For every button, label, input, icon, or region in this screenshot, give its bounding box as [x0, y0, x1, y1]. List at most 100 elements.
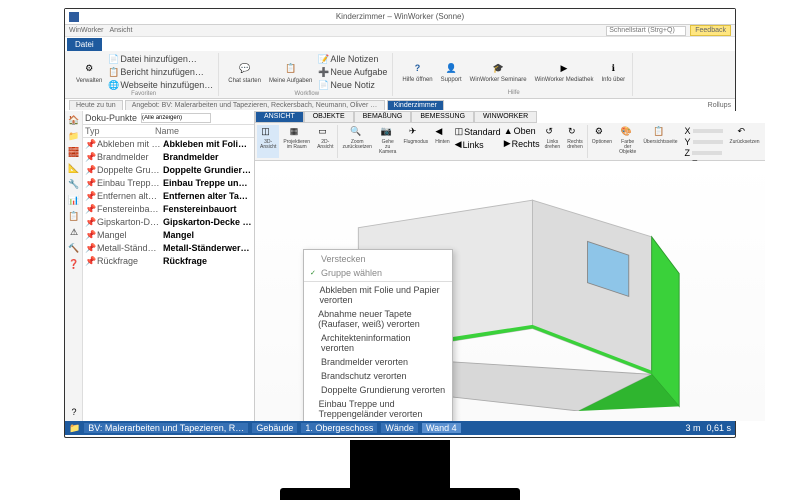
strip-icon-9[interactable]: 🔨 — [67, 241, 81, 255]
ctx-item-4[interactable]: Brandschutz verorten — [304, 369, 452, 383]
ctx-item-2[interactable]: Architekteninformation verorten — [304, 331, 452, 355]
webseite-hinzufuegen-button[interactable]: 🌐Webseite hinzufügen… — [107, 79, 214, 91]
crumb-bv[interactable]: BV: Malerarbeiten und Tapezieren, R… — [84, 423, 248, 433]
vp-tab-bemessung[interactable]: BEMESSUNG — [411, 111, 474, 123]
qat-tab-winworker[interactable]: WinWorker — [69, 27, 103, 34]
info-icon: ℹ — [605, 60, 621, 76]
2d-ansicht-button[interactable]: ▭2D-Ansicht — [314, 125, 336, 158]
oben-button[interactable]: ▲Oben — [503, 125, 541, 137]
strip-icon-6[interactable]: 📊 — [67, 193, 81, 207]
quickstart-search[interactable] — [606, 26, 686, 36]
doc-tab-angebot[interactable]: Angebot: BV: Malerarbeiten und Tapeziere… — [125, 100, 385, 110]
tree-item-8[interactable]: 📌Metall-Ständerwerk installierenMetall-S… — [83, 242, 254, 255]
ctx-item-1[interactable]: Abnahme neuer Tapete (Raufaser, weiß) ve… — [304, 307, 452, 331]
chat-starten-button[interactable]: 💬Chat starten — [225, 53, 264, 91]
doc-tab-heute[interactable]: Heute zu tun — [69, 100, 123, 110]
vp-tab-bemassung[interactable]: BEMAßUNG — [354, 111, 412, 123]
farbe-objekte-button[interactable]: 🎨Farbe der Objekte — [616, 125, 639, 158]
crumb-wand4[interactable]: Wand 4 — [422, 423, 461, 433]
standard-button[interactable]: ◫Standard — [454, 125, 502, 138]
tree-item-6[interactable]: 📌Gipskarton-Decke einziehenGipskarton-De… — [83, 216, 254, 229]
tree-item-2[interactable]: 📌Doppelte GrundierungDoppelte Grundierun… — [83, 164, 254, 177]
ctx-item-6[interactable]: Einbau Treppe und Treppengeländer verort… — [304, 397, 452, 421]
crumb-waende[interactable]: Wände — [381, 423, 418, 433]
tree-item-3[interactable]: 📌Einbau Treppe und Treppengel…Einbau Tre… — [83, 177, 254, 190]
z-slider[interactable] — [692, 151, 722, 155]
tree-filter-input[interactable] — [141, 113, 211, 123]
bericht-hinzufuegen-button[interactable]: 📋Bericht hinzufügen… — [107, 66, 214, 78]
3d-canvas[interactable]: Verstecken ✓Gruppe wählen Abkleben mit F… — [255, 161, 765, 421]
strip-icon-help[interactable]: ? — [67, 405, 81, 419]
ctx-item-5[interactable]: Doppelte Grundierung verorten — [304, 383, 452, 397]
tree-item-5[interactable]: 📌FenstereinbauortFenstereinbauort — [83, 203, 254, 216]
strip-icon-10[interactable]: ❓ — [67, 257, 81, 271]
datei-hinzufuegen-button[interactable]: 📄Datei hinzufügen… — [107, 53, 214, 65]
links-drehen-button[interactable]: ↺Links drehen — [542, 125, 564, 158]
status-time: 0,61 s — [706, 423, 731, 433]
gehe-kamera-button[interactable]: 📷Gehe zu Kamera — [376, 125, 400, 158]
zuruecksetzen-button[interactable]: ↶Zurücksetzen — [727, 125, 763, 158]
support-button[interactable]: 👤Support — [438, 53, 465, 90]
feedback-button[interactable]: Feedback — [690, 25, 731, 36]
ribbon-group-hilfe: ?Hilfe öffnen 👤Support 🎓WinWorker Semina… — [395, 53, 633, 96]
3d-ansicht-button[interactable]: ◫3D-Ansicht — [257, 125, 279, 158]
neue-aufgabe-button[interactable]: ➕Neue Aufgabe — [317, 66, 388, 78]
verwalten-button[interactable]: ⚙Verwalten — [73, 53, 105, 91]
strip-icon-8[interactable]: ⚠ — [67, 225, 81, 239]
strip-icon-2[interactable]: 📁 — [67, 129, 81, 143]
info-button[interactable]: ℹInfo über — [598, 53, 628, 90]
tree-item-1[interactable]: 📌BrandmelderBrandmelder — [83, 151, 254, 164]
ribbon-tab-datei[interactable]: Datei — [67, 38, 102, 51]
crumb-gebaeude[interactable]: Gebäude — [252, 423, 297, 433]
vp-tab-winworker[interactable]: WINWORKER — [474, 111, 537, 123]
chat-icon: 💬 — [237, 61, 253, 77]
help-icon: ? — [410, 60, 426, 76]
strip-icon-4[interactable]: 📐 — [67, 161, 81, 175]
uebersicht-button[interactable]: 📋Übersichtsseite — [640, 125, 680, 158]
viewport: ANSICHT OBJEKTE BEMAßUNG BEMESSUNG WINWO… — [255, 111, 765, 421]
alle-notizen-button[interactable]: 📝Alle Notizen — [317, 53, 388, 65]
mediathek-button[interactable]: ▶WinWorker Mediathek — [532, 53, 597, 90]
strip-icon-1[interactable]: 🏠 — [67, 113, 81, 127]
neue-notiz-button[interactable]: 📄Neue Notiz — [317, 79, 388, 91]
quick-access-bar: WinWorker Ansicht Feedback — [65, 25, 735, 37]
strip-icon-3[interactable]: 🧱 — [67, 145, 81, 159]
y-slider[interactable] — [693, 140, 723, 144]
app-logo-icon — [69, 12, 79, 22]
doc-tab-kinderzimmer[interactable]: Kinderzimmer — [387, 100, 444, 110]
strip-icon-7[interactable]: 📋 — [67, 209, 81, 223]
rollups-button[interactable]: Rollups — [708, 102, 731, 109]
vp-tab-objekte[interactable]: OBJEKTE — [304, 111, 354, 123]
crumb-og[interactable]: 1. Obergeschoss — [301, 423, 377, 433]
optionen-button[interactable]: ⚙Optionen — [589, 125, 615, 158]
vp-tab-ansicht[interactable]: ANSICHT — [255, 111, 304, 123]
tree-item-9[interactable]: 📌RückfrageRückfrage — [83, 255, 254, 268]
qat-tab-ansicht[interactable]: Ansicht — [109, 27, 132, 34]
ctx-item-0[interactable]: Abkleben mit Folie und Papier verorten — [304, 283, 452, 307]
flugmodus-button[interactable]: ✈Flugmodus — [400, 125, 431, 158]
titlebar: Kinderzimmer – WinWorker (Sonne) — [65, 9, 735, 25]
viewport-toolbar: ◫3D-Ansicht ▦Projektieren im Raum ▭2D-An… — [255, 123, 765, 161]
seminare-button[interactable]: 🎓WinWorker Seminare — [467, 53, 530, 90]
links-button[interactable]: ◀Links — [454, 138, 502, 151]
tree-item-7[interactable]: 📌MangelMangel — [83, 229, 254, 242]
rechts-button[interactable]: ▶Rechts — [503, 137, 541, 150]
ctx-gruppe-waehlen[interactable]: ✓Gruppe wählen — [304, 266, 452, 280]
ctx-item-3[interactable]: Brandmelder verorten — [304, 355, 452, 369]
rechts-drehen-button[interactable]: ↻Rechts drehen — [564, 125, 586, 158]
projektieren-button[interactable]: ▦Projektieren im Raum — [280, 125, 313, 158]
hinten-button[interactable]: ◀Hinten — [432, 125, 452, 158]
tree-item-4[interactable]: 📌Entfernen alter TapeteEntfernen alter T… — [83, 190, 254, 203]
document-tabs: Heute zu tun Angebot: BV: Malerarbeiten … — [65, 99, 735, 111]
meine-aufgaben-button[interactable]: 📋Meine Aufgaben — [266, 53, 315, 91]
ctx-verstecken[interactable]: Verstecken — [304, 252, 452, 266]
context-menu: Verstecken ✓Gruppe wählen Abkleben mit F… — [303, 249, 453, 421]
seminar-icon: 🎓 — [490, 60, 506, 76]
cube-icon: ◫ — [261, 126, 275, 140]
strip-icon-5[interactable]: 🔧 — [67, 177, 81, 191]
tree-item-0[interactable]: 📌Abkleben mit Folie und PapierAbkleben m… — [83, 138, 254, 151]
status-length: 3 m — [685, 423, 700, 433]
zoom-reset-button[interactable]: 🔍Zoom zurücksetzen — [339, 125, 374, 158]
hilfe-oeffnen-button[interactable]: ?Hilfe öffnen — [399, 53, 435, 90]
x-slider[interactable] — [693, 129, 723, 133]
